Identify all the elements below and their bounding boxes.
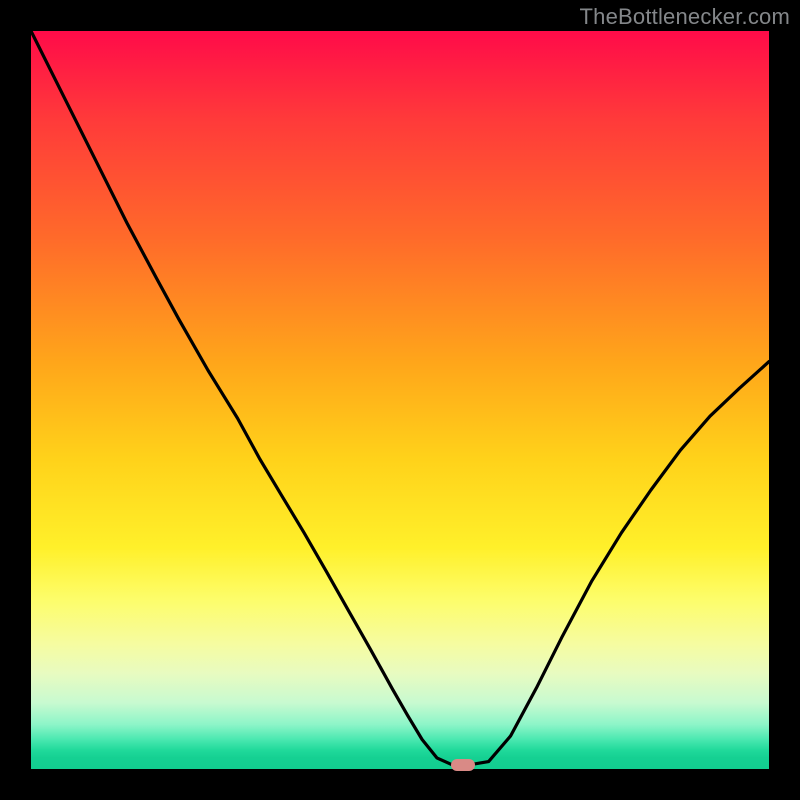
optimal-marker [451,759,475,771]
watermark-text: TheBottlenecker.com [580,4,790,30]
chart-container: TheBottlenecker.com [0,0,800,800]
bottleneck-curve [31,31,769,769]
plot-area [31,31,769,769]
curve-path [31,31,769,765]
